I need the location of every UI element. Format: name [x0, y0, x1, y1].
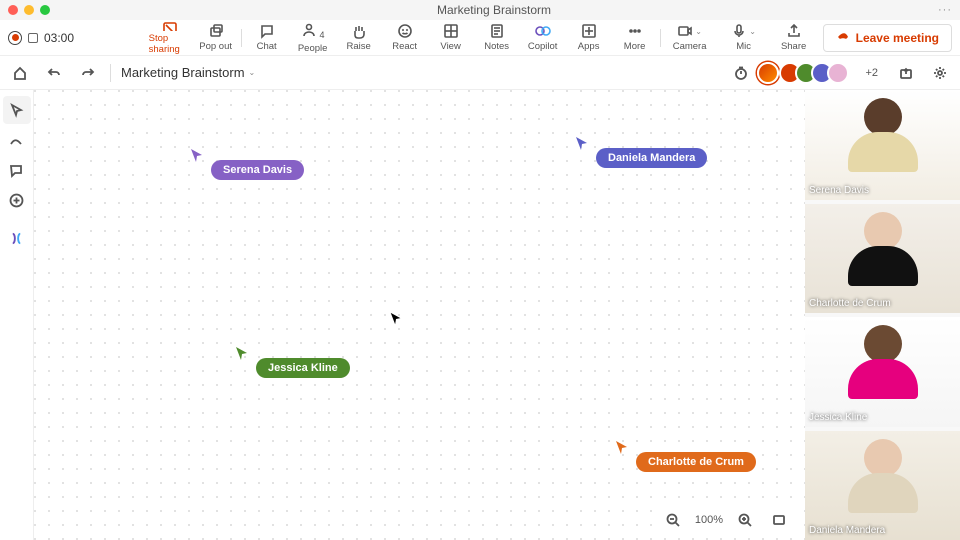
- comment-tool[interactable]: [3, 156, 31, 184]
- gear-icon: [933, 66, 947, 80]
- more-button[interactable]: More: [614, 21, 656, 55]
- copilot-icon: [9, 231, 24, 246]
- draw-tool[interactable]: [3, 126, 31, 154]
- minimize-window[interactable]: [24, 5, 34, 15]
- fit-icon: [772, 513, 786, 527]
- plus-circle-icon: [9, 193, 24, 208]
- view-icon: [443, 23, 459, 39]
- camera-toggle[interactable]: ⌄ Camera: [665, 21, 715, 55]
- document-title-dropdown[interactable]: Marketing Brainstorm ⌄: [121, 65, 255, 80]
- zoom-in-icon: [738, 513, 752, 527]
- camera-icon: [677, 23, 693, 39]
- zoom-in-button[interactable]: [733, 508, 757, 532]
- video-tile[interactable]: Serena Davis: [805, 90, 960, 200]
- leave-meeting-button[interactable]: Leave meeting: [823, 24, 952, 52]
- select-tool[interactable]: [3, 96, 31, 124]
- notes-button[interactable]: Notes: [476, 21, 518, 55]
- people-button[interactable]: 4 People: [292, 21, 334, 55]
- copilot-button[interactable]: Copilot: [522, 21, 564, 55]
- react-icon: [397, 23, 413, 39]
- pop-out-icon: [208, 23, 224, 39]
- window-title: Marketing Brainstorm: [50, 3, 938, 17]
- share-icon: [786, 23, 802, 39]
- close-window[interactable]: [8, 5, 18, 15]
- copilot-icon: [535, 23, 551, 39]
- local-cursor: [389, 312, 403, 326]
- maximize-window[interactable]: [40, 5, 50, 15]
- zoom-level: 100%: [695, 514, 723, 526]
- presence-avatars: [763, 62, 849, 84]
- chevron-down-icon: ⌄: [749, 27, 756, 36]
- apps-icon: [581, 23, 597, 39]
- title-more-button[interactable]: ···: [938, 4, 952, 16]
- record-stop-icon: [28, 33, 38, 43]
- participant-avatar[interactable]: [827, 62, 849, 84]
- leave-icon: [836, 31, 850, 45]
- undo-button[interactable]: [42, 61, 66, 85]
- notes-icon: [489, 23, 505, 39]
- view-button[interactable]: View: [430, 21, 472, 55]
- home-icon: [13, 66, 27, 80]
- chevron-down-icon: ⌄: [249, 68, 256, 77]
- stop-sharing-button[interactable]: Stop sharing: [149, 21, 191, 55]
- presenter-avatar[interactable]: [757, 62, 779, 84]
- video-tile[interactable]: Charlotte de Crum: [805, 204, 960, 314]
- undo-icon: [47, 66, 61, 80]
- settings-button[interactable]: [928, 61, 952, 85]
- remote-cursor-jessica: Jessica Kline: [234, 346, 350, 378]
- pointer-icon: [9, 103, 24, 118]
- react-button[interactable]: React: [384, 21, 426, 55]
- stopwatch-icon: [734, 66, 748, 80]
- redo-icon: [81, 66, 95, 80]
- mic-icon: [731, 23, 747, 39]
- more-icon: [627, 23, 643, 39]
- chat-icon: [259, 23, 275, 39]
- presence-overflow[interactable]: +2: [865, 67, 878, 79]
- people-icon: [301, 22, 317, 38]
- video-tile[interactable]: Daniela Mandera: [805, 431, 960, 540]
- whiteboard-canvas[interactable]: Serena Davis Daniela Mandera Jessica Kli…: [34, 90, 805, 540]
- copilot-tool[interactable]: [3, 224, 31, 252]
- chevron-down-icon: ⌄: [695, 27, 702, 36]
- pencil-icon: [9, 133, 24, 148]
- redo-button[interactable]: [76, 61, 100, 85]
- record-timer: 03:00: [44, 31, 74, 45]
- record-indicator: [8, 31, 22, 45]
- stop-sharing-icon: [162, 21, 178, 31]
- timer-button[interactable]: [729, 61, 753, 85]
- remote-cursor-daniela: Daniela Mandera: [574, 136, 707, 168]
- home-button[interactable]: [8, 61, 32, 85]
- pop-out-button[interactable]: Pop out: [195, 21, 237, 55]
- apps-button[interactable]: Apps: [568, 21, 610, 55]
- chat-button[interactable]: Chat: [246, 21, 288, 55]
- comment-icon: [9, 163, 24, 178]
- zoom-out-icon: [666, 513, 680, 527]
- fit-screen-button[interactable]: [767, 508, 791, 532]
- share-button[interactable]: Share: [773, 21, 815, 55]
- raise-hand-icon: [351, 23, 367, 39]
- doc-share-button[interactable]: [894, 61, 918, 85]
- remote-cursor-serena: Serena Davis: [189, 148, 304, 180]
- zoom-out-button[interactable]: [661, 508, 685, 532]
- mic-toggle[interactable]: ⌄ Mic: [719, 21, 769, 55]
- share-up-icon: [899, 66, 913, 80]
- add-tool[interactable]: [3, 186, 31, 214]
- remote-cursor-charlotte: Charlotte de Crum: [614, 440, 756, 472]
- video-tile[interactable]: Jessica Kline: [805, 317, 960, 427]
- raise-hand-button[interactable]: Raise: [338, 21, 380, 55]
